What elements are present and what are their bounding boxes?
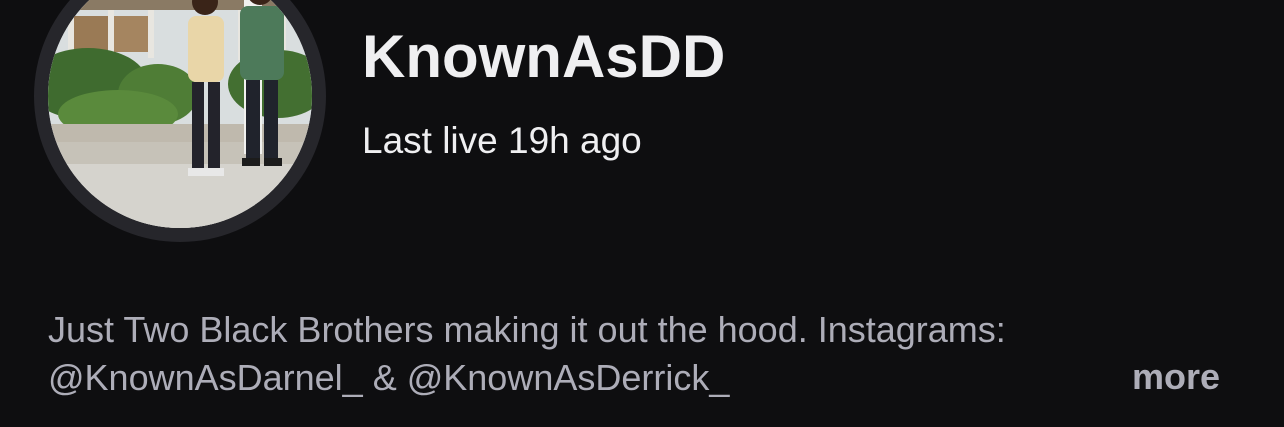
more-button[interactable]: more bbox=[1132, 356, 1220, 398]
bio-line-2: @KnownAsDarnel_ & @KnownAsDerrick_ bbox=[48, 357, 730, 398]
channel-bio: Just Two Black Brothers making it out th… bbox=[48, 306, 1228, 402]
last-live-status: Last live 19h ago bbox=[362, 120, 642, 161]
avatar[interactable] bbox=[34, 0, 326, 242]
channel-header: KnownAsDD Last live 19h ago Just Two Bla… bbox=[0, 0, 1284, 427]
channel-name[interactable]: KnownAsDD bbox=[362, 22, 725, 91]
bio-line-1: Just Two Black Brothers making it out th… bbox=[48, 309, 1006, 350]
avatar-photo bbox=[48, 0, 312, 228]
